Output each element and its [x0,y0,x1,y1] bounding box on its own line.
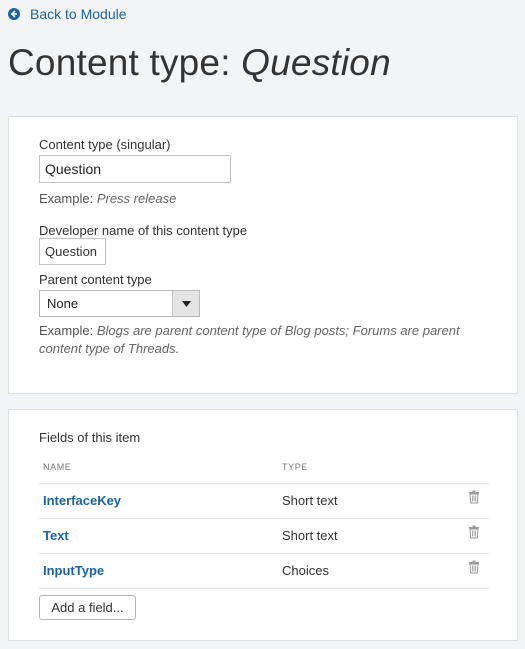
parent-example-value: Blogs are parent content type of Blog po… [39,323,460,356]
singular-name-input[interactable] [39,155,231,183]
arrow-circle-left-icon [8,8,20,20]
field-type: Short text [282,528,338,543]
parent-type-example: Example: Blogs are parent content type o… [39,322,499,358]
page-title: Content type: Question [8,42,391,84]
trash-icon[interactable] [468,490,480,504]
content-type-settings-panel: Content type (singular) Example: Press r… [8,116,518,394]
caret-down-icon[interactable] [172,291,199,316]
fields-table: NAME TYPE InterfaceKey Short text Text S… [39,454,489,589]
field-name-link[interactable]: InterfaceKey [43,493,121,508]
singular-example-value: Press release [96,191,177,206]
singular-example-key: Example: [39,191,94,206]
column-header-name: NAME [43,462,72,472]
fields-table-header: NAME TYPE [39,454,489,484]
singular-name-label: Content type (singular) [39,137,171,152]
field-type: Short text [282,493,338,508]
field-type: Choices [282,563,329,578]
field-name-link[interactable]: Text [43,528,69,543]
column-header-type: TYPE [282,462,308,472]
page-title-type-name: Question [241,42,391,83]
parent-type-label: Parent content type [39,272,152,287]
field-name-link[interactable]: InputType [43,563,104,578]
parent-type-select[interactable]: None [39,290,200,317]
back-link-label: Back to Module [30,6,127,22]
table-row: InterfaceKey Short text [39,484,489,519]
trash-icon[interactable] [468,560,480,574]
add-field-button[interactable]: Add a field... [39,595,136,620]
table-row: Text Short text [39,519,489,554]
developer-name-input[interactable] [39,238,106,265]
trash-icon[interactable] [468,525,480,539]
singular-name-example: Example: Press release [39,190,176,208]
page-title-prefix: Content type: [8,42,242,83]
parent-example-key: Example: [39,323,94,338]
table-row: InputType Choices [39,554,489,589]
fields-panel: Fields of this item NAME TYPE InterfaceK… [8,409,518,641]
developer-name-label: Developer name of this content type [39,223,248,238]
fields-section-title: Fields of this item [39,430,141,445]
parent-type-selected-value: None [47,296,79,311]
back-to-module-link[interactable]: Back to Module [8,6,127,22]
